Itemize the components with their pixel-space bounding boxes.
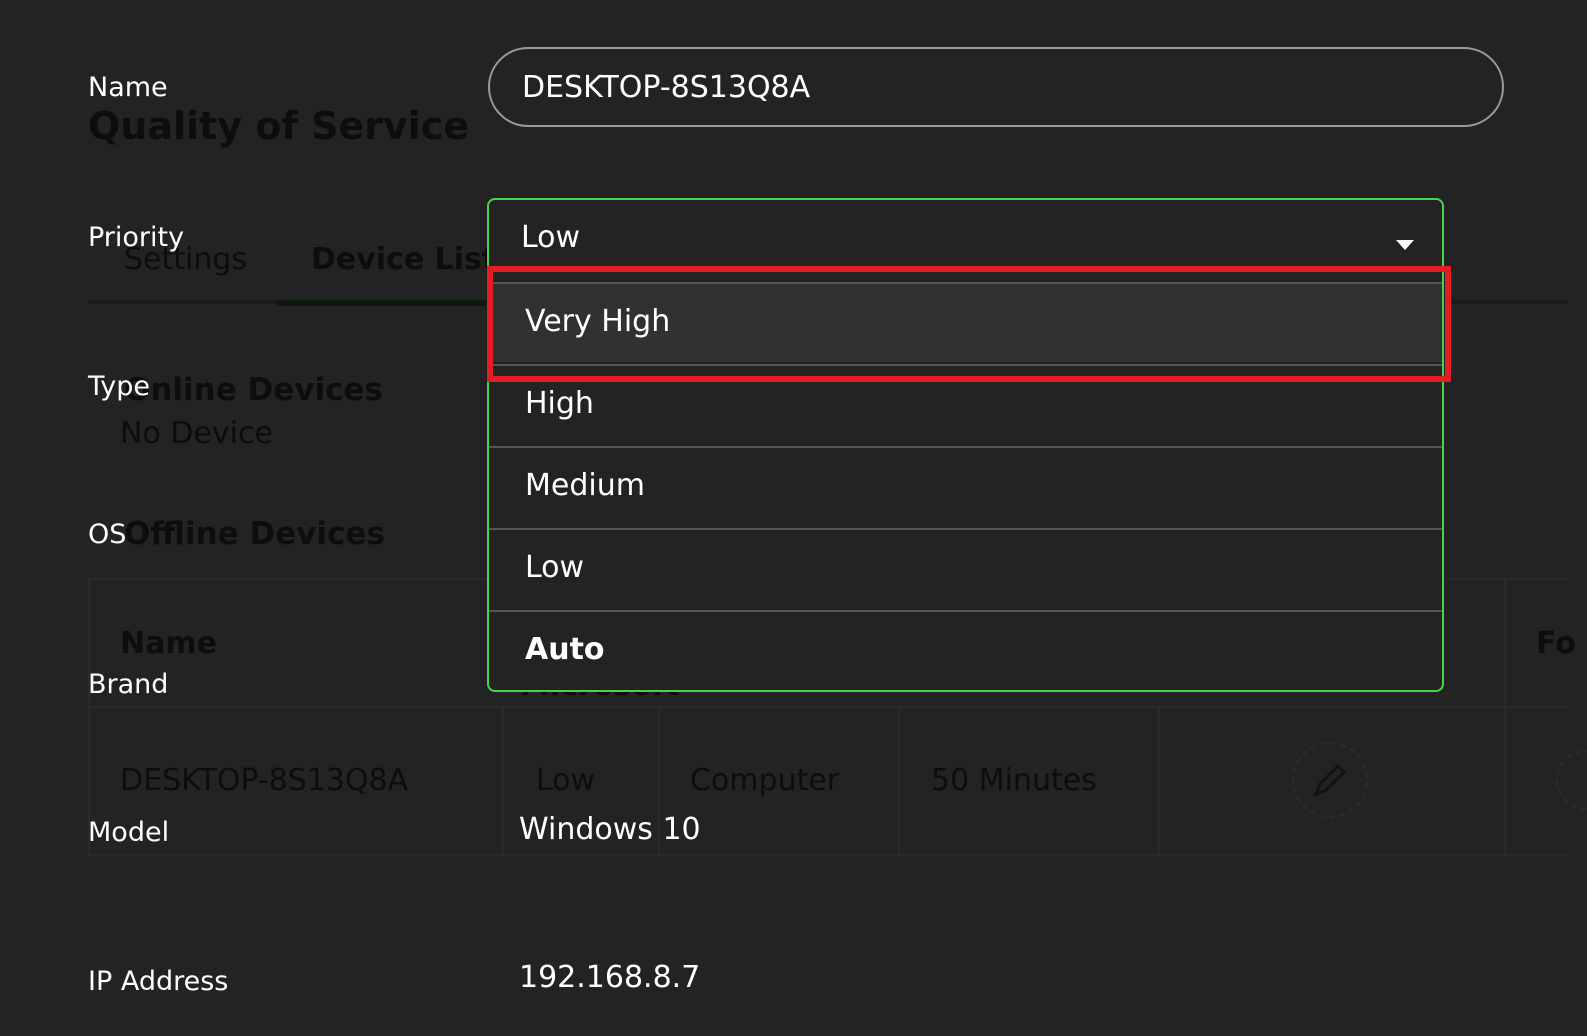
- ip-address-label: IP Address: [88, 966, 229, 997]
- brand-label: Brand: [88, 669, 169, 700]
- table-cell-name: DESKTOP-8S13Q8A: [120, 763, 409, 798]
- option-label: High: [525, 386, 594, 421]
- option-label: Auto: [525, 632, 605, 667]
- option-label: Medium: [525, 468, 645, 503]
- tab-device-list: Device List: [311, 242, 497, 277]
- model-value: Windows 10: [519, 812, 701, 847]
- table-header-name: Name: [120, 626, 217, 661]
- table-bottom-border: [88, 854, 1568, 856]
- table-cell-priority: Low: [536, 763, 596, 798]
- option-label: Very High: [525, 304, 671, 339]
- offline-devices-heading: Offline Devices: [124, 516, 385, 552]
- edit-button: [1292, 742, 1368, 818]
- priority-label: Priority: [88, 222, 185, 253]
- model-label: Model: [88, 817, 170, 848]
- pencil-icon: [1313, 763, 1347, 797]
- priority-select[interactable]: Low Very High High Medium Low Auto: [487, 198, 1444, 692]
- tab-active-indicator: [276, 300, 486, 306]
- option-label: Low: [525, 550, 585, 585]
- table-header-partial: Fo: [1536, 626, 1576, 661]
- priority-selected-value: Low: [521, 220, 581, 255]
- priority-option-low[interactable]: Low: [489, 528, 1442, 608]
- caret-down-icon[interactable]: [1396, 240, 1414, 250]
- table-col-divider: [502, 706, 504, 856]
- table-header-border: [88, 706, 1568, 708]
- priority-select-toggle[interactable]: Low: [489, 200, 1442, 282]
- priority-option-high[interactable]: High: [489, 364, 1442, 444]
- name-label: Name: [88, 72, 168, 103]
- priority-option-auto[interactable]: Auto: [489, 610, 1442, 690]
- table-col-divider: [1504, 578, 1506, 856]
- os-label: OS: [88, 519, 127, 550]
- online-devices-heading: Online Devices: [124, 372, 384, 408]
- table-cell-time: 50 Minutes: [931, 763, 1097, 798]
- qos-title: Quality of Service: [88, 104, 470, 148]
- table-left-border: [88, 578, 90, 856]
- table-cell-type: Computer: [690, 763, 840, 798]
- name-input[interactable]: [488, 47, 1504, 127]
- priority-option-very-high[interactable]: Very High: [489, 282, 1442, 362]
- table-col-divider: [898, 706, 900, 856]
- table-col-divider: [1158, 706, 1160, 856]
- type-label: Type: [88, 371, 151, 402]
- priority-option-medium[interactable]: Medium: [489, 446, 1442, 526]
- online-empty-text: No Device: [120, 416, 273, 451]
- ip-address-value: 192.168.8.7: [519, 960, 701, 995]
